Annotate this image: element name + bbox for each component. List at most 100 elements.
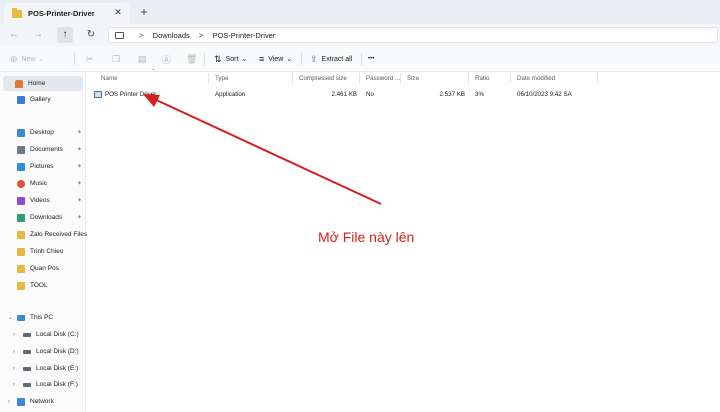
view-icon: ≡ xyxy=(259,54,265,64)
sidebar-item-label: Trinh Chieu xyxy=(30,248,64,255)
new-button[interactable]: ⊕ New ⌄ xyxy=(10,46,44,72)
column-header-type[interactable]: Type xyxy=(215,72,228,84)
up-button[interactable]: ↑ xyxy=(57,27,73,43)
back-button[interactable]: ← xyxy=(6,27,22,43)
chevron-right-icon[interactable]: › xyxy=(13,366,15,372)
chevron-down-icon: ⌄ xyxy=(38,56,45,63)
sidebar-item-tool[interactable]: TOOL xyxy=(5,278,86,293)
file-date-modified: 06/10/2023 9:42 SA xyxy=(517,90,572,98)
sidebar-item-videos[interactable]: Videos ✦ xyxy=(5,193,86,208)
breadcrumb-pos-printer-driver[interactable]: POS-Printer-Driver xyxy=(212,31,275,40)
cut-icon: ✂ xyxy=(86,53,94,64)
column-header-date-modified[interactable]: Date modified xyxy=(517,72,555,84)
chevron-right-icon[interactable]: › xyxy=(13,349,15,355)
sidebar-item-local-disk-f[interactable]: › Local Disk (F:) xyxy=(5,377,86,392)
sidebar-item-label: Music xyxy=(30,180,47,187)
sidebar-item-label: Documents xyxy=(30,146,63,153)
paste-button[interactable]: ▤ xyxy=(138,46,151,72)
sidebar-item-trinh-chieu[interactable]: Trinh Chieu xyxy=(5,244,86,259)
sidebar-item-quan-pos[interactable]: Quan Pos xyxy=(5,261,86,276)
column-divider[interactable] xyxy=(359,73,360,83)
paste-icon: ▤ xyxy=(138,53,147,64)
rename-button[interactable]: Ⓐ xyxy=(162,46,175,72)
chevron-right-icon[interactable]: › xyxy=(13,382,15,388)
sidebar-item-local-disk-c[interactable]: › Local Disk (C:) xyxy=(5,327,86,342)
folder-icon xyxy=(17,230,25,239)
cut-button[interactable]: ✂ xyxy=(86,46,98,72)
column-divider[interactable] xyxy=(208,73,209,83)
tab-title: POS-Printer-Driver xyxy=(28,9,95,18)
network-icon xyxy=(17,397,25,406)
pin-icon: ✦ xyxy=(76,215,82,221)
chevron-right-icon[interactable]: › xyxy=(8,399,10,405)
column-divider[interactable] xyxy=(510,73,511,83)
address-bar[interactable]: > Downloads > POS-Printer-Driver xyxy=(108,27,718,43)
sidebar-item-network[interactable]: › Network xyxy=(5,394,86,409)
sidebar-item-downloads[interactable]: Downloads ✦ xyxy=(5,210,86,225)
column-header-size[interactable]: Size xyxy=(407,72,419,84)
sidebar-item-gallery[interactable]: Gallery xyxy=(5,92,86,107)
sidebar-item-label: TOOL xyxy=(30,282,48,289)
extract-icon: ⇪ xyxy=(310,53,318,64)
tab-pos-printer-driver[interactable]: POS-Printer-Driver ✕ xyxy=(4,3,130,24)
sidebar-item-pictures[interactable]: Pictures ✦ xyxy=(5,159,86,174)
pin-icon: ✦ xyxy=(76,130,82,136)
sidebar-item-label: Gallery xyxy=(30,96,51,103)
sidebar-item-this-pc[interactable]: ⌄ This PC xyxy=(5,310,86,325)
copy-button[interactable]: ❐ xyxy=(112,46,124,72)
pictures-icon xyxy=(17,162,25,171)
column-header-password[interactable]: Password ... xyxy=(366,72,400,84)
extract-all-button[interactable]: ⇪ Extract all xyxy=(310,46,352,72)
breadcrumb-downloads[interactable]: Downloads xyxy=(153,31,190,40)
annotation-text: Mở File này lên xyxy=(318,229,415,245)
sort-button[interactable]: ⇅ Sort ⌄ xyxy=(214,46,247,72)
column-header-compressed-size[interactable]: Compressed size xyxy=(299,72,347,84)
divider xyxy=(361,53,362,65)
divider xyxy=(74,53,75,65)
desktop-icon xyxy=(17,128,25,137)
pin-icon: ✦ xyxy=(76,198,82,204)
pin-icon: ✦ xyxy=(76,164,82,170)
sidebar-item-desktop[interactable]: Desktop ✦ xyxy=(5,125,86,140)
more-options-button[interactable]: ••• xyxy=(368,46,374,72)
sidebar-item-home[interactable]: Home xyxy=(3,76,83,91)
sidebar-item-label: Local Disk (C:) xyxy=(36,331,79,338)
sidebar-item-label: Downloads xyxy=(30,214,63,221)
new-tab-button[interactable]: + xyxy=(138,5,150,19)
sidebar-item-local-disk-e[interactable]: › Local Disk (E:) xyxy=(5,361,86,376)
command-bar: ⊕ New ⌄ ✂ ❐ ▤ Ⓐ 🗑 ⇅ Sort ⌄ ≡ View ⌄ ⇪ Ex… xyxy=(0,46,720,72)
file-name-cell[interactable]: POS Printer Driver xyxy=(94,88,156,100)
column-divider[interactable] xyxy=(292,73,293,83)
sidebar-item-label: Videos xyxy=(30,197,50,204)
delete-button[interactable]: 🗑 xyxy=(186,46,201,72)
column-divider[interactable] xyxy=(468,73,469,83)
chevron-down-icon: ⌄ xyxy=(241,56,248,63)
close-tab-icon[interactable]: ✕ xyxy=(112,7,124,18)
folder-icon xyxy=(12,7,22,18)
sidebar-item-label: Quan Pos xyxy=(30,265,59,272)
sidebar-item-local-disk-d[interactable]: › Local Disk (D:) xyxy=(5,344,86,359)
column-header-name[interactable]: Name xyxy=(101,72,118,84)
column-divider[interactable] xyxy=(597,73,598,83)
table-row[interactable]: POS Printer Driver Application 2.461 KB … xyxy=(91,88,599,100)
this-pc-icon xyxy=(115,31,124,39)
view-label: View xyxy=(268,55,284,63)
chevron-down-icon[interactable]: ⌄ xyxy=(8,314,13,321)
view-button[interactable]: ≡ View ⌄ xyxy=(259,46,292,72)
sidebar-item-music[interactable]: Music ✦ xyxy=(5,176,86,191)
sidebar-item-label: Local Disk (D:) xyxy=(36,348,79,355)
refresh-button[interactable]: ↻ xyxy=(83,27,99,43)
forward-button[interactable]: → xyxy=(30,27,46,43)
chevron-right-icon[interactable]: › xyxy=(13,332,15,338)
column-divider[interactable] xyxy=(400,73,401,83)
sidebar-item-label: Local Disk (F:) xyxy=(36,381,78,388)
column-header-ratio[interactable]: Ratio xyxy=(475,72,489,84)
sidebar-item-label: Network xyxy=(30,398,54,405)
rename-icon: Ⓐ xyxy=(162,54,172,65)
sidebar-item-zalo-received-files[interactable]: Zalo Received Files xyxy=(5,227,87,242)
sort-icon: ⇅ xyxy=(214,53,222,64)
pin-icon: ✦ xyxy=(76,147,82,153)
sidebar-item-documents[interactable]: Documents ✦ xyxy=(5,142,86,157)
new-icon: ⊕ xyxy=(10,53,18,64)
sidebar-item-label: Desktop xyxy=(30,129,54,136)
